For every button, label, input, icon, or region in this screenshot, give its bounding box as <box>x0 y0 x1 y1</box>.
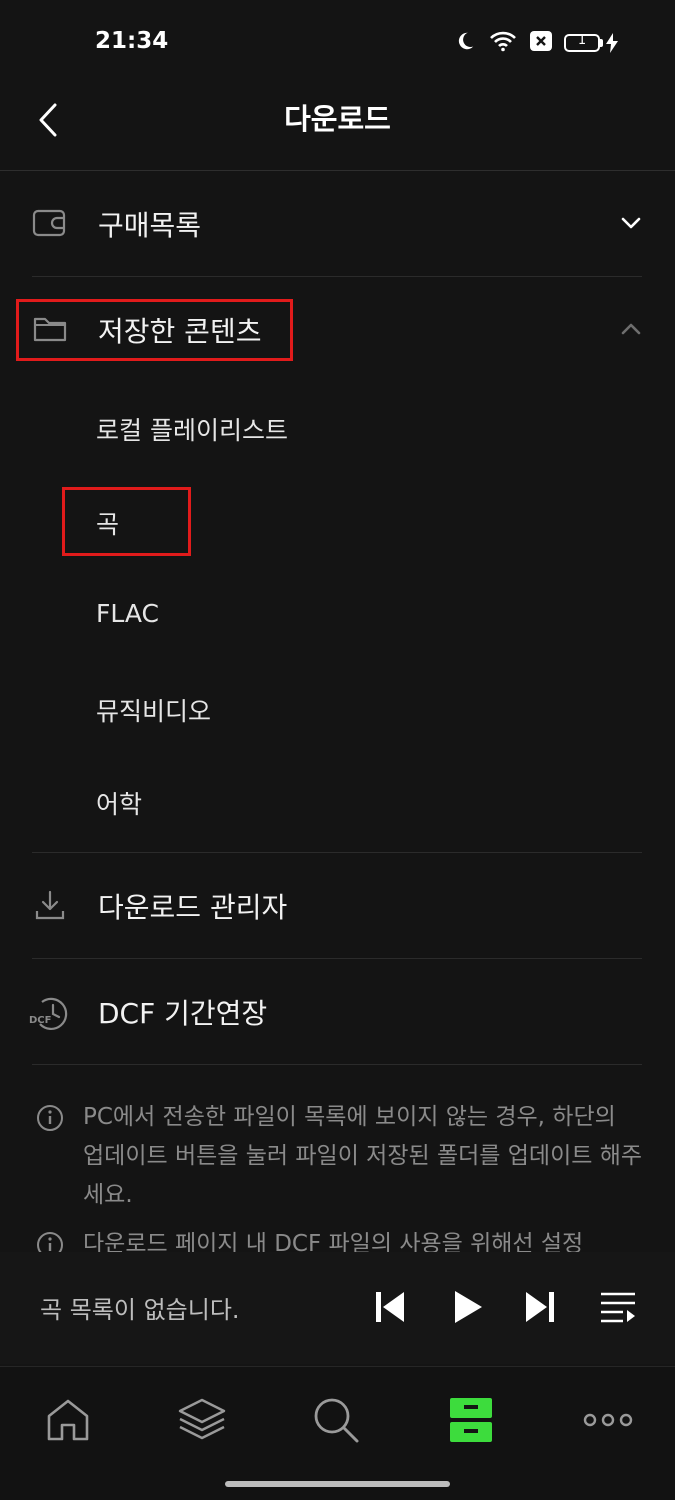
previous-button[interactable] <box>368 1285 412 1329</box>
skip-next-icon <box>526 1292 554 1322</box>
chevron-up-icon <box>619 317 643 341</box>
notice-text: PC에서 전송한 파일이 목록에 보이지 않는 경우, 하단의 업데이트 버튼을… <box>83 1104 643 1208</box>
sub-item-music-video[interactable]: 뮤직비디오 <box>96 692 211 728</box>
nav-home[interactable] <box>38 1390 98 1450</box>
highlight-box-songs <box>62 487 191 556</box>
header-divider <box>0 170 675 171</box>
download-icon <box>32 887 68 923</box>
purchases-row[interactable]: 구매목록 <box>0 172 675 272</box>
highlight-box-saved-contents <box>16 299 293 361</box>
download-manager-label: 다운로드 관리자 <box>98 891 288 924</box>
nav-storage[interactable] <box>441 1390 501 1450</box>
storage-icon <box>450 1398 492 1442</box>
dcf-clock-icon: DCF <box>29 993 70 1033</box>
divider <box>32 1064 642 1065</box>
status-time: 21:34 <box>95 28 169 54</box>
sub-item-flac[interactable]: FLAC <box>96 599 159 628</box>
next-button[interactable] <box>518 1285 562 1329</box>
sub-item-local-playlist[interactable]: 로컬 플레이리스트 <box>96 411 288 447</box>
nav-more[interactable] <box>578 1390 638 1450</box>
player-empty-message: 곡 목록이 없습니다. <box>40 1296 240 1324</box>
divider <box>32 276 642 277</box>
notification-off-icon <box>530 31 552 55</box>
more-icon <box>583 1413 633 1427</box>
search-icon <box>314 1398 359 1443</box>
notice-text: 다운로드 페이지 내 DCF 파일의 사용을 위해선 설정 <box>83 1231 584 1255</box>
skip-previous-icon <box>376 1292 404 1322</box>
download-manager-row[interactable]: 다운로드 관리자 <box>0 854 675 954</box>
moon-icon <box>454 30 476 56</box>
purchases-label: 구매목록 <box>98 209 202 242</box>
play-button[interactable] <box>446 1285 490 1329</box>
play-icon <box>455 1291 482 1323</box>
battery-level: 1 <box>577 33 587 48</box>
divider <box>32 852 642 853</box>
sub-item-language[interactable]: 어학 <box>96 785 142 821</box>
home-indicator <box>225 1481 450 1487</box>
chevron-down-icon <box>619 211 643 235</box>
battery-icon: 1 <box>564 33 619 53</box>
home-icon <box>47 1399 89 1441</box>
nav-search[interactable] <box>306 1390 366 1450</box>
wallet-icon <box>32 205 68 241</box>
playlist-button[interactable] <box>596 1285 640 1329</box>
nav-library[interactable] <box>172 1390 232 1450</box>
playlist-icon <box>601 1292 635 1323</box>
info-icon <box>36 1104 64 1145</box>
dcf-icon-text: DCF <box>29 1015 52 1026</box>
dcf-extend-row[interactable]: DCF DCF 기간연장 <box>0 960 675 1060</box>
notice-item: PC에서 전송한 파일이 목록에 보이지 않는 경우, 하단의 업데이트 버튼을… <box>36 1098 642 1218</box>
app: 21:34 1 다운로드 구매목록 저장한 콘텐츠 로컬 플레이리스트 곡 FL… <box>0 0 675 1500</box>
wifi-icon <box>488 30 518 56</box>
status-icons: 1 <box>454 30 619 56</box>
dcf-extend-label: DCF 기간연장 <box>98 997 268 1030</box>
layers-icon <box>178 1398 226 1440</box>
divider <box>32 958 642 959</box>
page-title: 다운로드 <box>284 102 391 136</box>
notice-item: 다운로드 페이지 내 DCF 파일의 사용을 위해선 설정 <box>36 1225 642 1255</box>
